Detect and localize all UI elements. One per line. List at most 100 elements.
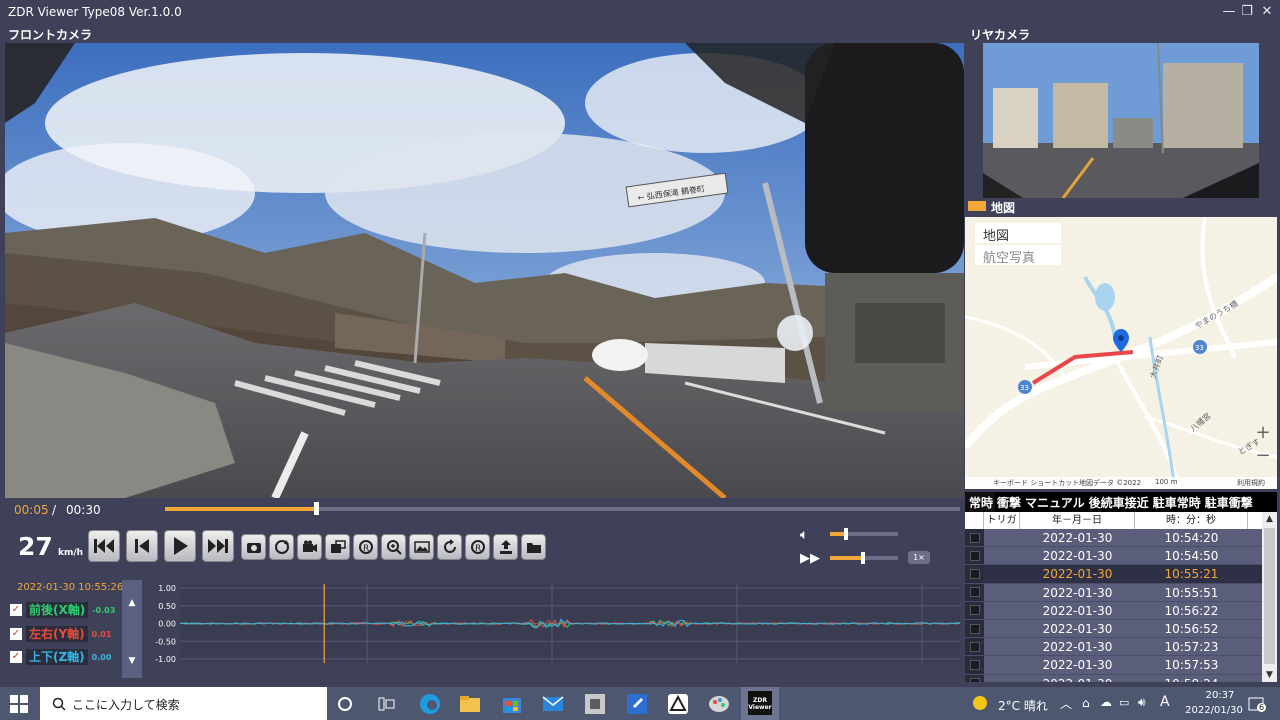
edge-browser-icon[interactable] (418, 692, 442, 716)
scroll-down-icon[interactable]: ▼ (1262, 668, 1277, 682)
axis-y-value: 0.01 (91, 629, 112, 639)
weather-text[interactable]: 2°C 晴れ (998, 697, 1048, 714)
graph-y-tick: 0.00 (158, 620, 176, 629)
skip-back-icon (135, 539, 149, 553)
store-icon[interactable] (500, 692, 524, 716)
rear-camera-view[interactable] (983, 43, 1259, 198)
trigger-marker-icon (969, 532, 980, 543)
graph-y-tick: 0.50 (158, 602, 176, 611)
column-date: 年－月－日 (1020, 512, 1135, 529)
weather-icon (972, 695, 988, 711)
gsensor-graph[interactable]: 1.00 0.50 0.00 -0.50 -1.00 (150, 580, 965, 680)
mail-icon[interactable] (541, 692, 565, 716)
axis-y-checkbox[interactable]: ✓ (10, 628, 22, 640)
seek-handle[interactable] (314, 502, 319, 515)
trigger-marker-icon (969, 550, 980, 561)
zdr-viewer-taskbar-button[interactable]: ZDR Viewer (741, 687, 779, 720)
scroll-thumb[interactable] (1264, 528, 1275, 664)
event-row[interactable]: 2022-01-3010:58:24 (965, 674, 1262, 683)
speed-value: 27 (18, 532, 53, 561)
gsensor-scroll-up-icon[interactable]: ▲ (122, 598, 142, 608)
column-trigger: トリガ (984, 512, 1020, 529)
file-explorer-icon[interactable] (458, 692, 482, 716)
map-type-satellite-button[interactable]: 航空写真 (975, 245, 1061, 266)
event-row[interactable]: 2022-01-30 10:57:23 (965, 638, 1262, 657)
event-row[interactable]: 2022-01-30 10:55:21 (965, 565, 1262, 584)
tab-normal[interactable]: 常時 (965, 492, 996, 512)
clock-date[interactable]: 2022/01/30 (1180, 705, 1248, 716)
map-terms-link[interactable]: 利用規約 (1237, 478, 1265, 488)
tray-device-icon[interactable]: ⌂ (1082, 696, 1090, 710)
event-row[interactable]: 2022-01-30 10:56:52 (965, 619, 1262, 639)
trigger-blank (984, 602, 1020, 619)
layout-button[interactable] (325, 534, 350, 560)
zoom-button[interactable] (381, 534, 406, 560)
taskbar-search[interactable]: ここに入力して検索 (40, 687, 327, 720)
map-type-map-button[interactable]: 地図 (975, 223, 1061, 244)
prev-frame-button[interactable] (126, 530, 158, 562)
upload-button[interactable] (493, 534, 518, 560)
ime-indicator[interactable]: A (1160, 694, 1170, 710)
map-view[interactable]: 33 33 やまのうち橋 大井町 八幡宮 とぎす 地図 航空写真 + − (965, 217, 1277, 489)
play-button[interactable] (164, 530, 196, 562)
reset-button[interactable]: R (465, 534, 490, 560)
volume-icon[interactable]: 🔈︎ (800, 527, 808, 543)
onedrive-icon[interactable]: ☁ (1100, 695, 1112, 709)
event-time: 10:56:22 (1164, 603, 1219, 618)
clock-time[interactable]: 20:37 (1192, 690, 1248, 701)
windows-start-icon[interactable] (10, 695, 28, 713)
picture-button[interactable] (409, 534, 434, 560)
notification-icon[interactable]: 6 (1248, 696, 1266, 712)
snapshot-button[interactable] (241, 534, 266, 560)
volume-handle[interactable] (844, 528, 848, 540)
speaker-icon[interactable]: 🔊︎ (1138, 695, 1146, 710)
front-camera-view[interactable]: ← 弘西保滝 鶴巻町 (5, 43, 964, 498)
event-row[interactable]: 2022-01-30 10:57:53 (965, 656, 1262, 675)
playback-rate-handle[interactable] (861, 552, 865, 564)
map-zoom-in-button[interactable]: + (1251, 422, 1275, 444)
fast-forward-button[interactable] (202, 530, 234, 562)
tab-manual[interactable]: マニュアル (1023, 492, 1087, 512)
event-row[interactable]: 2022-01-30 10:55:51 (965, 583, 1262, 602)
scroll-up-icon[interactable]: ▲ (1262, 512, 1277, 526)
place-label-3: 八幡宮 (1188, 410, 1213, 433)
tab-impact[interactable]: 衝撃 (995, 492, 1023, 512)
map-zoom-out-button[interactable]: − (1251, 445, 1275, 467)
trigger-blank (984, 547, 1020, 564)
volume-level (830, 532, 844, 536)
event-row[interactable]: 2022-01-30 10:54:20 (965, 529, 1262, 548)
app-a-icon[interactable] (666, 692, 690, 716)
event-row[interactable]: 2022-01-30 10:56:22 (965, 601, 1262, 620)
close-icon[interactable]: ✕ (1256, 2, 1278, 22)
map-shortcuts-link[interactable]: キーボード ショートカット (993, 478, 1079, 488)
axis-x-checkbox[interactable]: ✓ (10, 604, 22, 616)
rewind-button[interactable] (88, 530, 120, 562)
trigger-blank (984, 565, 1020, 582)
rotate-button[interactable] (269, 534, 294, 560)
rear-camera-label: リヤカメラ (970, 28, 1031, 42)
mirror-button[interactable]: R (353, 534, 378, 560)
trigger-cell (965, 601, 984, 619)
tray-expand-icon[interactable]: ︿ (1060, 695, 1072, 712)
gsensor-scroll-down-icon[interactable]: ▼ (122, 656, 142, 666)
axis-z-checkbox[interactable]: ✓ (10, 651, 22, 663)
video-export-button[interactable] (297, 534, 322, 560)
open-folder-button[interactable] (521, 534, 546, 560)
remote-desktop-icon[interactable] (625, 692, 649, 716)
tab-parking-impact[interactable]: 駐車衝撃 (1203, 492, 1255, 512)
event-list-scrollbar[interactable]: ▲ ▼ (1262, 512, 1277, 682)
event-date: 2022-01-30 (1042, 531, 1113, 545)
task-view-icon[interactable] (378, 696, 396, 712)
maximize-icon[interactable]: ❐ (1236, 2, 1258, 22)
gsensor-scrollbar[interactable]: ▲ ▼ (122, 580, 142, 678)
refresh-button[interactable] (437, 534, 462, 560)
playback-rate-icon: ▶▶ (800, 551, 820, 566)
battery-icon[interactable]: ▭ (1119, 696, 1129, 709)
paint-icon[interactable] (707, 692, 731, 716)
event-row[interactable]: 2022-01-30 10:54:50 (965, 547, 1262, 566)
tab-parking-normal[interactable]: 駐車常時 (1151, 492, 1203, 512)
tab-approach[interactable]: 後続車接近 (1087, 492, 1151, 512)
trigger-blank (984, 675, 1020, 683)
photo-app-icon[interactable] (583, 692, 607, 716)
cortana-icon[interactable] (337, 696, 353, 712)
